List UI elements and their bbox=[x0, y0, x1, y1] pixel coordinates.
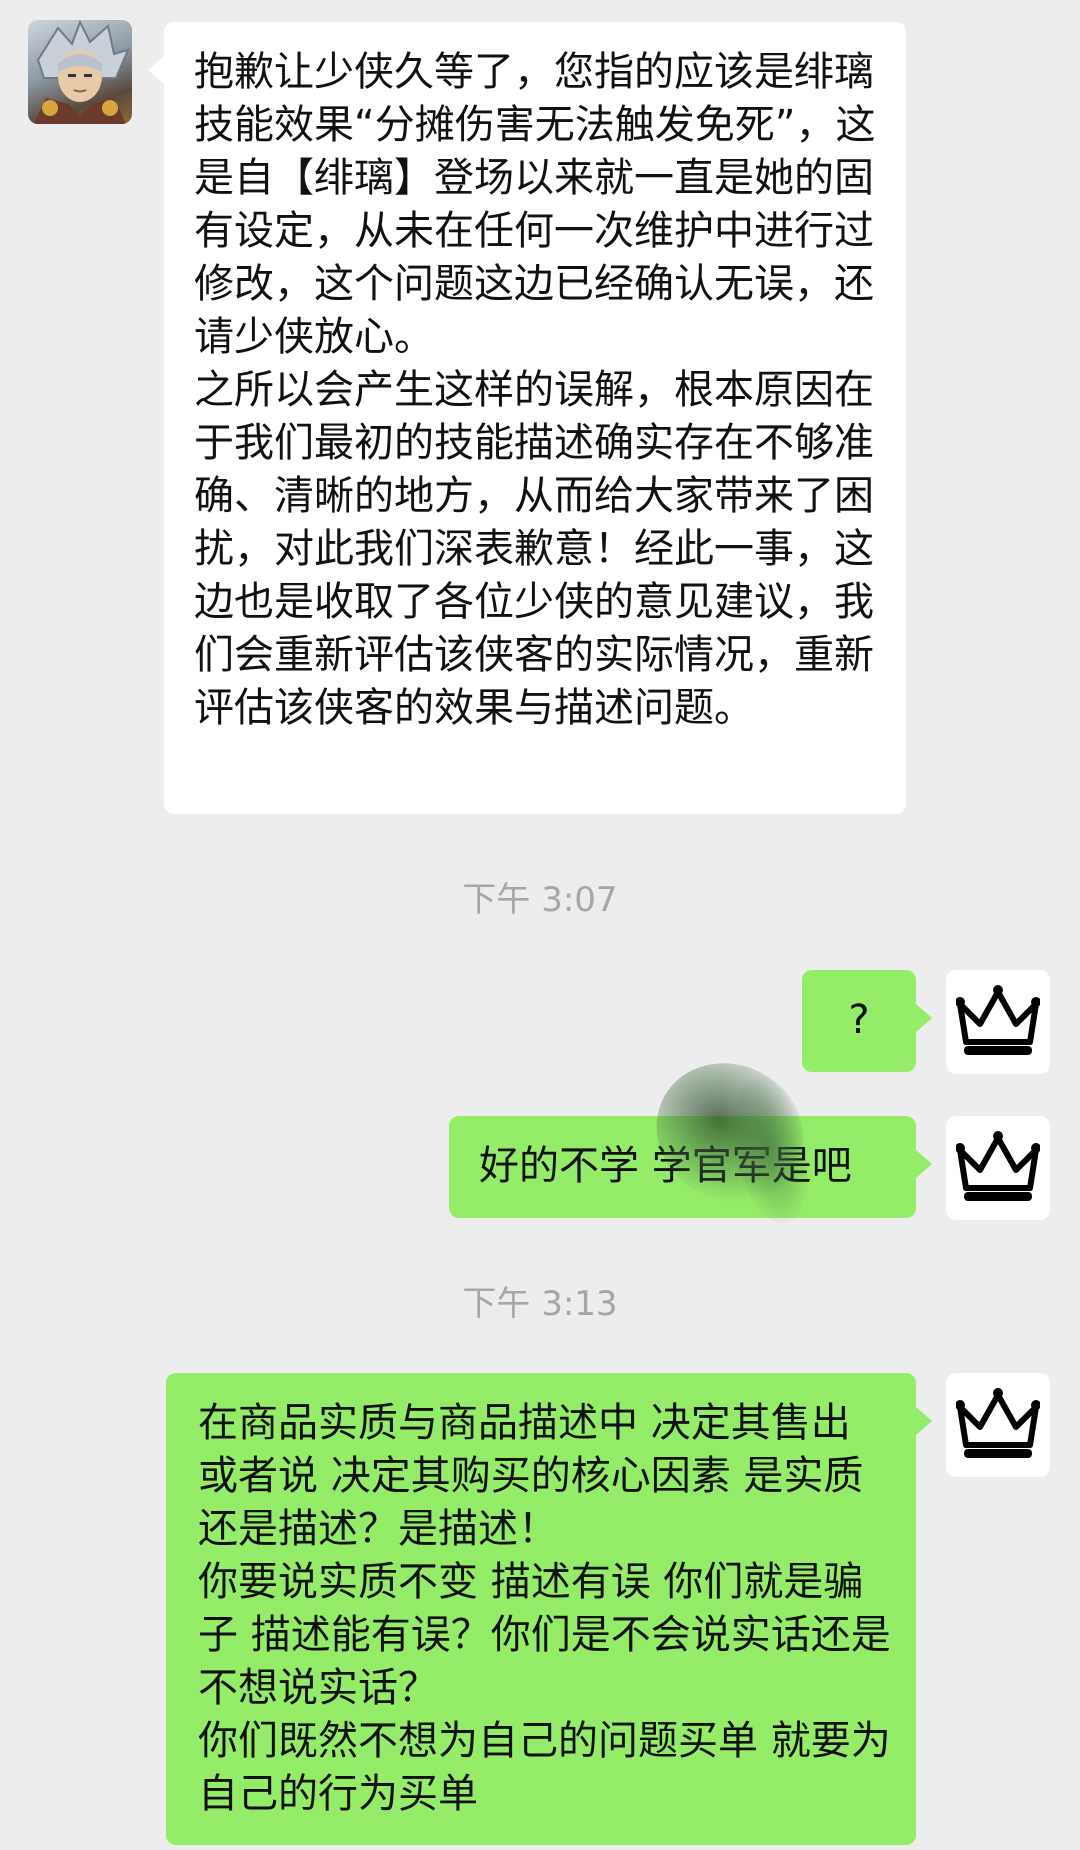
self-avatar[interactable] bbox=[946, 970, 1050, 1074]
message-bubble-outgoing[interactable]: 在商品实质与商品描述中 决定其售出 或者说 决定其购买的核心因素 是实质还是描述… bbox=[166, 1373, 932, 1845]
contact-avatar[interactable] bbox=[28, 20, 132, 124]
crown-icon bbox=[956, 985, 1040, 1055]
swordsman-portrait-icon bbox=[34, 20, 130, 124]
crown-icon bbox=[956, 1131, 1040, 1201]
message-timestamp: 下午 3:07 bbox=[462, 880, 618, 920]
crown-icon bbox=[956, 1388, 1040, 1458]
message-timestamp: 下午 3:13 bbox=[462, 1284, 618, 1324]
self-avatar[interactable] bbox=[946, 1116, 1050, 1220]
message-bubble-outgoing[interactable]: ? bbox=[802, 970, 932, 1072]
self-avatar[interactable] bbox=[946, 1373, 1050, 1477]
message-bubble-outgoing[interactable]: 好的不学 学官军是吧 bbox=[449, 1116, 932, 1218]
message-bubble-incoming[interactable]: 抱歉让少侠久等了，您指的应该是绯璃技能效果“分摊伤害无法触发免死”，这是自【绯璃… bbox=[148, 22, 906, 814]
